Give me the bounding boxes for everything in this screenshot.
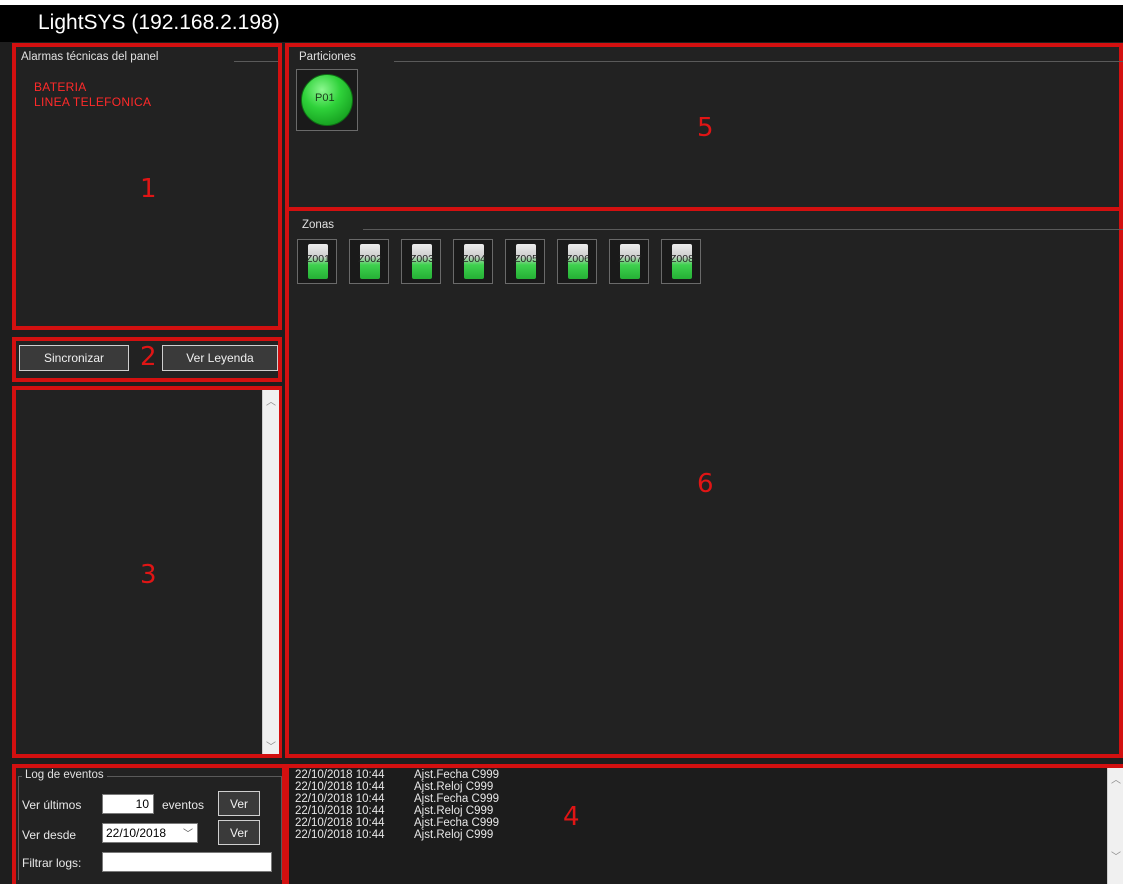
- list-panel: ︿ ﹀ 3: [12, 386, 282, 758]
- zones-panel: Zonas Z001 Z002 Z003 Z004 Z005 Z006 Z007…: [285, 207, 1123, 758]
- event-count-field[interactable]: 10: [102, 794, 154, 814]
- filter-logs-label: Filtrar logs:: [22, 856, 82, 870]
- log-entry-time: 22/10/2018 10:44: [295, 781, 385, 793]
- zone-label: Z001: [306, 253, 330, 265]
- zone-label: Z006: [566, 253, 590, 265]
- ver-desde-label: Ver desde: [22, 828, 77, 842]
- alarms-group-label: Alarmas técnicas del panel: [18, 51, 162, 63]
- section-marker-4: 4: [563, 802, 580, 832]
- zone-label: Z003: [410, 253, 434, 265]
- section-marker-2: 2: [140, 342, 157, 372]
- window-title: LightSYS (192.168.2.198): [38, 11, 280, 34]
- ver-last-button[interactable]: Ver: [218, 791, 260, 816]
- zone-tile[interactable]: Z008: [661, 239, 701, 284]
- zone-tile[interactable]: Z003: [401, 239, 441, 284]
- zone-label: Z004: [462, 253, 486, 265]
- zone-tile[interactable]: Z007: [609, 239, 649, 284]
- title-bar: LightSYS (192.168.2.198): [0, 0, 1123, 42]
- date-picker[interactable]: 22/10/2018 ﹀: [102, 823, 198, 843]
- alarm-item: BATERIA: [34, 80, 87, 94]
- log-entry-event: Ajst.Fecha C999: [414, 769, 500, 781]
- section-marker-5: 5: [697, 113, 714, 143]
- legend-button[interactable]: Ver Leyenda: [162, 345, 278, 371]
- scroll-up-icon[interactable]: ︿: [1111, 771, 1121, 786]
- ver-ultimos-label: Ver últimos: [22, 798, 82, 812]
- partition-tile[interactable]: P01: [296, 69, 358, 131]
- eventos-label: eventos: [162, 798, 205, 812]
- log-entry-event: Ajst.Reloj C999: [414, 805, 494, 817]
- log-entry-event: Ajst.Fecha C999: [414, 817, 500, 829]
- partitions-group-label: Particiones: [296, 51, 359, 63]
- alarms-panel: Alarmas técnicas del panel BATERIA LINEA…: [12, 43, 282, 330]
- scroll-down-icon[interactable]: ﹀: [266, 738, 276, 753]
- log-entry-time: 22/10/2018 10:44: [295, 829, 385, 841]
- event-log-controls: Log de eventos Ver últimos 10 eventos Ve…: [12, 764, 286, 884]
- log-entry-time: 22/10/2018 10:44: [295, 805, 385, 817]
- section-marker-1: 1: [140, 174, 157, 204]
- group-divider: [394, 61, 1123, 62]
- partitions-panel: Particiones P01 5: [285, 43, 1123, 211]
- chevron-down-icon[interactable]: ﹀: [183, 825, 193, 840]
- partition-label: P01: [315, 92, 335, 104]
- log-entry-time: 22/10/2018 10:44: [295, 769, 385, 781]
- log-entry-event: Ajst.Fecha C999: [414, 793, 500, 805]
- zone-label: Z008: [670, 253, 694, 265]
- zone-tile[interactable]: Z002: [349, 239, 389, 284]
- controls-panel: Sincronizar 2 Ver Leyenda: [12, 337, 282, 382]
- log-entry-event: Ajst.Reloj C999: [414, 781, 494, 793]
- log-entry-time: 22/10/2018 10:44: [295, 817, 385, 829]
- zone-tile[interactable]: Z005: [505, 239, 545, 284]
- ver-from-button[interactable]: Ver: [218, 820, 260, 845]
- zones-group-label: Zonas: [299, 219, 337, 231]
- zone-tile[interactable]: Z001: [297, 239, 337, 284]
- event-log-group-label: Log de eventos: [22, 769, 107, 781]
- scroll-down-icon[interactable]: ﹀: [1111, 848, 1121, 863]
- zone-tile[interactable]: Z006: [557, 239, 597, 284]
- date-value: 22/10/2018: [106, 826, 167, 840]
- log-entry-event: Ajst.Reloj C999: [414, 829, 494, 841]
- log-scrollbar[interactable]: ︿ ﹀: [1107, 768, 1123, 884]
- section-marker-3: 3: [140, 560, 157, 590]
- group-divider: [234, 61, 278, 62]
- zone-label: Z007: [618, 253, 642, 265]
- sync-button[interactable]: Sincronizar: [19, 345, 129, 371]
- section-marker-6: 6: [697, 469, 714, 499]
- log-entry-time: 22/10/2018 10:44: [295, 793, 385, 805]
- log-viewport: 22/10/2018 10:44 Ajst.Fecha C999 22/10/2…: [289, 768, 1107, 884]
- group-divider: [363, 229, 1123, 230]
- zone-tile[interactable]: Z004: [453, 239, 493, 284]
- zone-label: Z002: [358, 253, 382, 265]
- zone-label: Z005: [514, 253, 538, 265]
- partition-status-icon: P01: [301, 74, 353, 126]
- alarm-item: LINEA TELEFONICA: [34, 95, 152, 109]
- list-scrollbar[interactable]: ︿ ﹀: [262, 390, 279, 754]
- scroll-up-icon[interactable]: ︿: [266, 393, 276, 408]
- filter-logs-input[interactable]: [102, 852, 272, 872]
- event-log-list: 22/10/2018 10:44 Ajst.Fecha C999 22/10/2…: [285, 764, 1123, 884]
